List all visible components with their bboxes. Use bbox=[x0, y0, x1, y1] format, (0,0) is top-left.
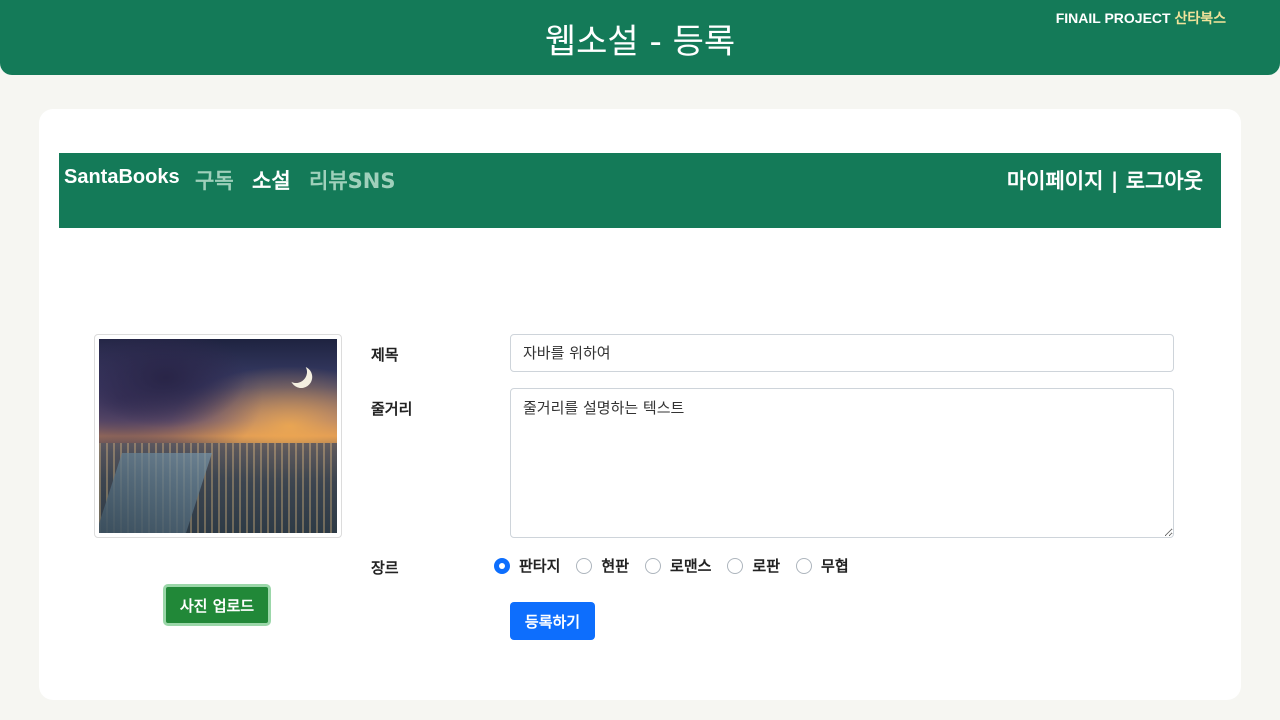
radio-button[interactable] bbox=[796, 557, 813, 574]
genre-option-martial-arts[interactable]: 무협 bbox=[796, 555, 849, 576]
genre-label: 장르 bbox=[371, 559, 399, 577]
nav-link-review-sns[interactable]: 리뷰SNS bbox=[309, 165, 395, 195]
user-menu: 마이페이지 | 로그아웃 bbox=[1007, 165, 1203, 195]
radio-button-checked[interactable] bbox=[494, 557, 510, 574]
nav-link-novel[interactable]: 소설 bbox=[252, 165, 291, 195]
moon-shape bbox=[283, 359, 308, 384]
project-prefix: FINAIL PROJECT bbox=[1055, 10, 1171, 26]
genre-option-romance-fantasy[interactable]: 로판 bbox=[727, 555, 780, 576]
photo-upload-button[interactable]: 사진 업로드 bbox=[163, 584, 271, 626]
mypage-link[interactable]: 마이페이지 bbox=[1007, 169, 1104, 193]
project-name: 산타북스 bbox=[1174, 10, 1226, 26]
genre-option-label: 로판 bbox=[752, 557, 781, 575]
synopsis-label: 줄거리 bbox=[371, 400, 413, 418]
synopsis-textarea[interactable]: 줄거리를 설명하는 텍스트 bbox=[510, 388, 1174, 538]
cover-image bbox=[99, 339, 337, 533]
project-tag: FINAIL PROJECT 산타북스 bbox=[1056, 8, 1226, 28]
genre-option-label: 로맨스 bbox=[670, 557, 712, 575]
navbar: SantaBooks 구독 소설 리뷰SNS 마이페이지 | 로그아웃 bbox=[59, 153, 1221, 228]
nav-link-subscribe[interactable]: 구독 bbox=[195, 165, 234, 195]
nav-separator: | bbox=[1103, 169, 1126, 193]
brand-logo[interactable]: SantaBooks bbox=[64, 166, 180, 189]
cover-image-frame bbox=[94, 334, 342, 538]
genre-option-fantasy[interactable]: 판타지 bbox=[494, 555, 560, 576]
radio-button[interactable] bbox=[727, 557, 744, 574]
title-input[interactable]: 자바를 위하여 bbox=[510, 334, 1174, 372]
genre-option-label: 현판 bbox=[601, 557, 630, 575]
genre-option-label: 무협 bbox=[821, 557, 849, 575]
genre-option-modern-fantasy[interactable]: 현판 bbox=[576, 555, 629, 576]
top-header: 웹소설 - 등록 FINAIL PROJECT 산타북스 bbox=[0, 0, 1280, 75]
genre-option-label: 판타지 bbox=[519, 557, 561, 575]
title-label: 제목 bbox=[371, 346, 399, 364]
genre-radio-group: 판타지 현판 로맨스 로판 무협 bbox=[494, 555, 865, 576]
logout-link[interactable]: 로그아웃 bbox=[1126, 169, 1203, 193]
radio-button[interactable] bbox=[645, 557, 662, 574]
content-card: SantaBooks 구독 소설 리뷰SNS 마이페이지 | 로그아웃 사진 업… bbox=[39, 109, 1241, 700]
genre-option-romance[interactable]: 로맨스 bbox=[645, 555, 711, 576]
register-submit-button[interactable]: 등록하기 bbox=[510, 602, 595, 640]
radio-button[interactable] bbox=[576, 557, 593, 574]
